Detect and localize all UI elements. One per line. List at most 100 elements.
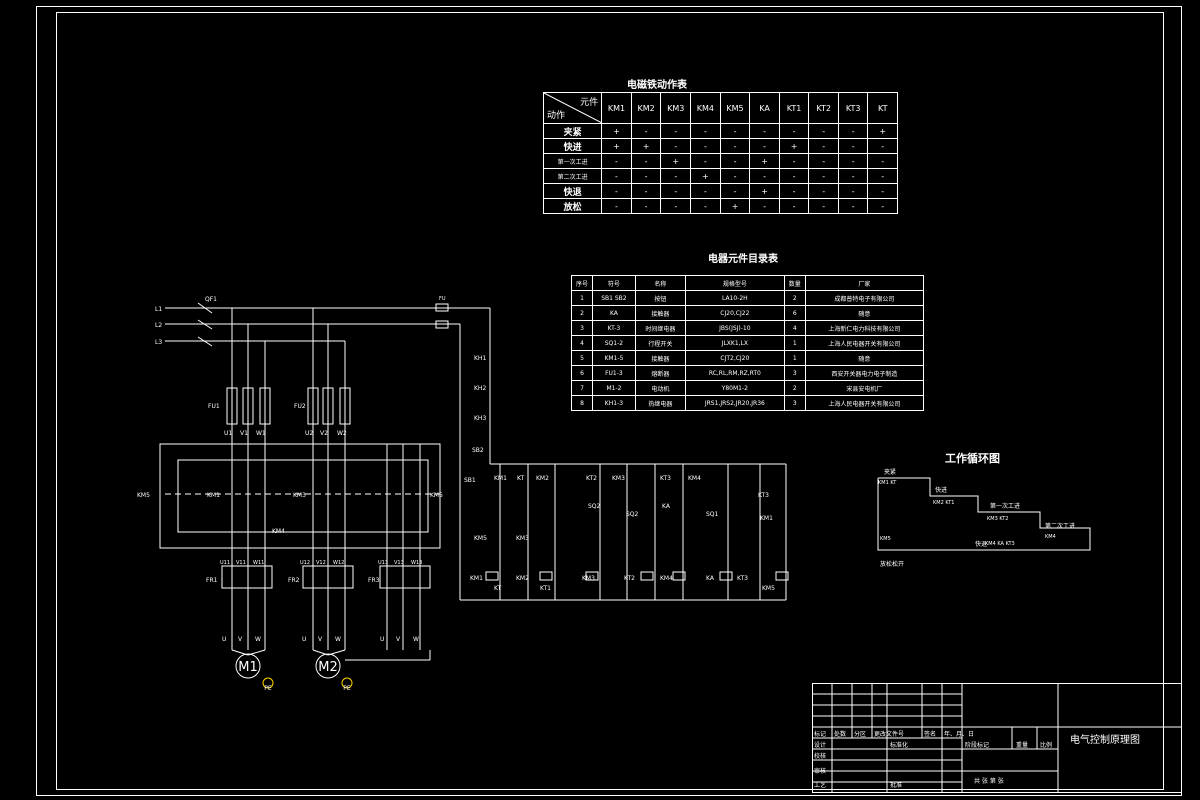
cycle-tag: KM2 KT1 — [933, 500, 955, 506]
control-element-label: KA — [706, 575, 715, 582]
motor-m2-label: M2 — [318, 660, 338, 675]
terminal-labels: U1 V1 W1 U2 V2 W2 U11 V11 W11 U12 V12 W12 U13 V13 W13 U… — [137, 430, 443, 643]
tb-sheets: 共 张 第 张 — [974, 778, 1004, 785]
terminal-top-label: W1 — [256, 430, 266, 437]
pe-label-2: PE — [343, 685, 351, 692]
terminal-bottom-label: V — [238, 636, 243, 643]
control-element-label: KM2 — [536, 475, 549, 482]
terminal-mid-label: V13 — [394, 560, 404, 566]
terminal-bottom-label: W — [255, 636, 261, 643]
line-l1-label: L1 — [155, 306, 162, 313]
terminal-top-label: U2 — [305, 430, 313, 437]
terminal-bottom-label: U — [222, 636, 226, 643]
control-element-label: KT3 — [660, 475, 671, 482]
control-element-label: SB2 — [472, 447, 484, 454]
ground-pe-1: PE — [262, 677, 274, 692]
thermal-fr2-label: FR2 — [288, 577, 300, 584]
control-element-label: KT2 — [586, 475, 597, 482]
control-element-label: KH1 — [474, 355, 486, 362]
control-element-label: SQ1 — [706, 511, 719, 518]
tb-review: 审核 — [814, 768, 827, 775]
cycle-step: 第一次工进 — [990, 502, 1020, 510]
terminal-mid-label: W11 — [253, 560, 264, 566]
control-element-label: KM5 — [762, 585, 775, 592]
terminal-bottom-label: V — [318, 636, 323, 643]
control-element-label: KH3 — [474, 415, 486, 422]
control-element-label: KT — [494, 585, 501, 592]
control-element-label: KM3 — [612, 475, 625, 482]
terminal-bottom-label: U — [380, 636, 384, 643]
tb-mark: 标记 — [814, 731, 827, 738]
tb-sign: 签名 — [924, 731, 937, 738]
cycle-tag: KM5 — [880, 536, 891, 542]
terminal-mid-label: W13 — [411, 560, 422, 566]
terminal-mid-label: U11 — [220, 560, 230, 566]
drawing-title: 电气控制原理图 — [1070, 735, 1140, 746]
terminal-bottom-label: U — [302, 636, 306, 643]
control-element-label: KA — [662, 503, 671, 510]
control-element-label: KM5 — [474, 535, 487, 542]
thermal-fr3-label: FR3 — [368, 577, 380, 584]
control-element-label: KM1 — [494, 475, 507, 482]
switch-qf1-label: QF1 — [205, 296, 217, 303]
terminal-mid-label: U13 — [378, 560, 388, 566]
cycle-tag: KM3 KT2 — [987, 516, 1009, 522]
terminal-bottom-label: W — [413, 636, 419, 643]
control-element-label: KM4 — [688, 475, 701, 482]
tb-design: 设计 — [814, 742, 827, 749]
tb-change: 更改文件号 — [874, 731, 905, 738]
control-element-label: KT — [517, 475, 524, 482]
tb-count: 处数 — [834, 731, 847, 738]
control-element-label: KT2 — [624, 575, 635, 582]
terminal-bottom-label: W — [335, 636, 341, 643]
power-contactor-label: KM5 — [137, 492, 150, 499]
cycle-tag: KM1 KT — [878, 480, 897, 486]
tb-zone: 分区 — [854, 731, 867, 738]
motor-m1: M1 — [235, 653, 261, 679]
control-element-label: KM2 — [516, 575, 529, 582]
power-contactor-label: KM4 — [272, 528, 285, 535]
motor-m1-label: M1 — [238, 660, 258, 675]
terminal-top-label: V1 — [240, 430, 248, 437]
power-circuit-lines — [159, 302, 1091, 661]
control-element-label: KT3 — [758, 492, 769, 499]
tb-scale: 比例 — [1040, 742, 1053, 749]
terminal-mid-label: V11 — [236, 560, 246, 566]
line-l2-label: L2 — [155, 322, 162, 329]
ground-pe-2: PE — [341, 677, 353, 692]
tb-check: 校核 — [814, 753, 827, 760]
power-contactor-label: KM1 — [207, 492, 220, 499]
power-contactor-label: KM5 — [430, 492, 443, 499]
terminal-bottom-label: V — [396, 636, 401, 643]
tb-stage: 阶段标记 — [965, 742, 990, 749]
power-contactor-label: KM3 — [293, 492, 306, 499]
control-element-label: KM4 — [660, 575, 673, 582]
tb-approve: 批准 — [890, 782, 903, 789]
control-element-label: KM3 — [582, 575, 595, 582]
tb-process: 工艺 — [814, 782, 827, 789]
cycle-step: 放松松开 — [880, 560, 904, 568]
control-element-label: KM3 — [516, 535, 529, 542]
control-element-label: KH2 — [474, 385, 486, 392]
cycle-step-labels: 夹紧快进第一次工进第二次工进快退放松松开KM1 KTKM2 KT1KM3 KT2… — [878, 468, 1075, 568]
control-element-label: KM1 — [470, 575, 483, 582]
cycle-step: 第二次工进 — [1045, 522, 1075, 530]
terminal-mid-label: V12 — [316, 560, 326, 566]
cycle-tag: KM4 KA KT3 — [985, 541, 1015, 547]
tb-date: 年、月、日 — [944, 731, 975, 738]
thermal-fr1-label: FR1 — [206, 577, 218, 584]
electrical-schematic: M1 M2 PE PE L1 L2 L3 QF1 FU1 FU2 FU FR1 … — [137, 296, 1091, 692]
terminal-top-label: U1 — [224, 430, 232, 437]
fuse-fu-label: FU — [439, 296, 446, 302]
terminal-mid-label: W12 — [333, 560, 344, 566]
terminal-top-label: W2 — [337, 430, 347, 437]
tb-standardize: 标准化 — [890, 742, 909, 749]
control-element-label: SB1 — [464, 477, 476, 484]
motor-m2: M2 — [315, 653, 341, 679]
line-l3-label: L3 — [155, 339, 162, 346]
tb-weight: 重量 — [1016, 742, 1029, 749]
cycle-step: 快进 — [935, 486, 947, 494]
control-element-label: KT1 — [540, 585, 551, 592]
cycle-tag: KM4 — [1045, 534, 1056, 540]
fuse-fu1-label: FU1 — [208, 403, 220, 410]
